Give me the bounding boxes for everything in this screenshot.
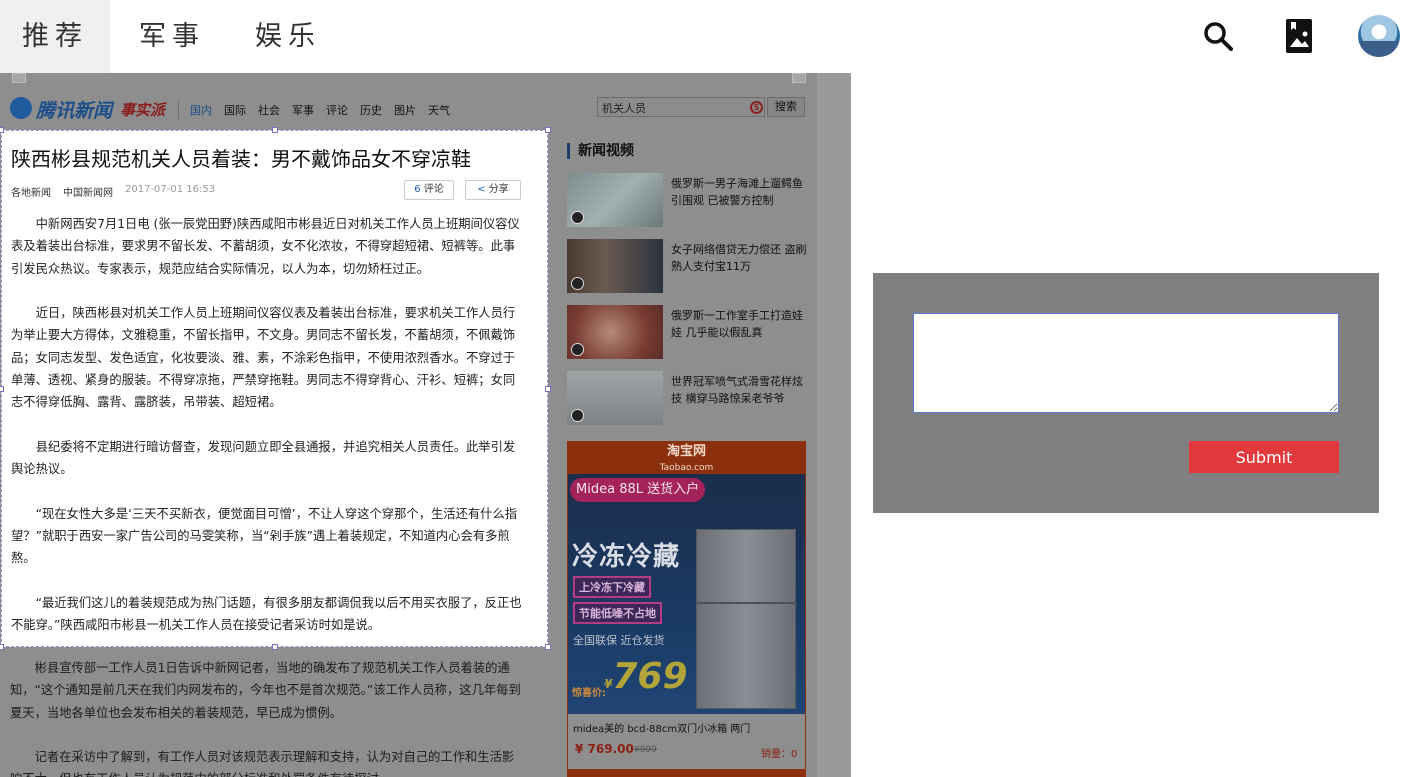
article-paragraph: “现在女性大多是‘三天不买新衣，便觉面目可憎’，不让人穿这个穿那个，生活还有什么… xyxy=(11,506,518,566)
search-icon[interactable] xyxy=(1198,16,1238,56)
article-paragraph: 县纪委将不定期进行暗访督查，发现问题立即全县通报，并追究相关人员责任。此举引发舆… xyxy=(11,439,516,477)
ad-header: 淘宝网 Taobao.com xyxy=(567,441,806,475)
video-caption[interactable]: 俄罗斯一工作室手工打造娃娃 几乎能以假乱真 xyxy=(671,307,809,341)
resize-handle[interactable] xyxy=(545,127,551,133)
capture-corner-mark xyxy=(792,73,806,83)
ad-product-name[interactable]: midea美的 bcd-88cm双门小冰箱 两门 xyxy=(573,720,750,735)
video-caption[interactable]: 世界冠军喷气式滑雪花样炫技 横穿马路惊呆老爷爷 xyxy=(671,373,809,407)
article-paragraph: 彬县宣传部一工作人员1日告诉中新网记者，当地的确发布了规范机关工作人员着装的通知… xyxy=(10,661,521,720)
article-meta: 各地新闻 中国新闻网 2017-07-01 16:53 xyxy=(11,184,215,199)
top-bar: 推荐 军事 娱乐 xyxy=(0,0,1404,73)
resize-handle[interactable] xyxy=(272,127,278,133)
fridge-image xyxy=(696,529,797,709)
resize-handle[interactable] xyxy=(0,386,4,392)
tab-entertainment[interactable]: 娱乐 xyxy=(233,0,343,73)
nav-item[interactable]: 军事 xyxy=(292,102,314,118)
video-caption[interactable]: 俄罗斯一男子海滩上遛鳄鱼 引围观 已被警方控制 xyxy=(671,175,809,209)
ad-volume: 88L xyxy=(619,482,643,497)
ad-price-label: 惊喜价: xyxy=(572,688,606,699)
resize-handle[interactable] xyxy=(0,127,4,133)
site-search-button[interactable]: 搜索 xyxy=(767,97,805,117)
nav-item[interactable]: 评论 xyxy=(326,102,348,118)
site-logo-sub[interactable]: 事实派 xyxy=(120,99,165,120)
article-body: 中新网西安7月1日电 (张一辰党田野)陕西咸阳市彬县近日对机关工作人员上班期间仪… xyxy=(11,213,523,659)
article-paragraph: “最近我们这儿的着装规范成为热门话题，有很多朋友都调侃我以后不用买衣服了，反正也… xyxy=(11,596,522,633)
capture-corner-mark xyxy=(12,73,26,83)
nav-item[interactable]: 历史 xyxy=(360,102,382,118)
ad-product-sales: 销量：0 xyxy=(761,749,798,760)
video-caption[interactable]: 女子网络借贷无力偿还 盗刷熟人支付宝11万 xyxy=(671,241,809,275)
ad-product-info: midea美的 bcd-88cm双门小冰箱 两门 ¥ 769.00 ¥999 销… xyxy=(568,714,805,769)
ad-brand: Midea xyxy=(576,482,616,497)
share-label: 分享 xyxy=(488,184,509,195)
share-icon: < xyxy=(477,184,486,195)
ad-image[interactable]: Midea 88L 送货入户 冷冻冷藏 上冷冻下冷藏 节能低噪不占地 全国联保 … xyxy=(568,474,805,714)
comment-textarea[interactable] xyxy=(913,313,1339,413)
ad-tag: 上冷冻下冷藏 xyxy=(573,576,651,598)
tab-recommend[interactable]: 推荐 xyxy=(0,0,110,73)
article-paragraph: 记者在采访中了解到，有工作人员对该规范表示理解和支持，认为对自己的工作和生活影响… xyxy=(10,750,515,777)
nav-item[interactable]: 天气 xyxy=(428,102,450,118)
nav-item[interactable]: 图片 xyxy=(394,102,416,118)
ad-price-value: 769 xyxy=(612,656,688,697)
play-icon xyxy=(571,343,584,356)
taobao-ad[interactable]: 淘宝网 Taobao.com Midea 88L 送货入户 冷冻冷藏 上冷冻下冷… xyxy=(567,441,806,777)
site-logo-text[interactable]: 腾讯新闻 xyxy=(36,96,112,123)
ad-site-name: 淘宝网 xyxy=(666,444,706,459)
sogou-search-icon: S xyxy=(750,101,763,114)
nav-item[interactable]: 国内 xyxy=(190,102,212,118)
article-body-continued: 彬县宣传部一工作人员1日告诉中新网记者，当地的确发布了规范机关工作人员着装的通知… xyxy=(10,657,522,777)
site-search-input[interactable]: 机关人员 xyxy=(597,97,765,117)
video-item[interactable]: 女子网络借贷无力偿还 盗刷熟人支付宝11万 xyxy=(567,239,807,293)
nav-item[interactable]: 社会 xyxy=(258,102,280,118)
article-source[interactable]: 中国新闻网 xyxy=(63,184,113,199)
article-source[interactable]: 各地新闻 xyxy=(11,184,51,199)
comment-button[interactable]: 6 评论 xyxy=(404,180,454,200)
divider xyxy=(178,101,179,119)
resize-handle[interactable] xyxy=(545,644,551,650)
ad-headline: 冷冻冷藏 xyxy=(572,542,681,572)
comment-count: 6 xyxy=(414,184,421,195)
comment-form-panel: Submit xyxy=(873,273,1379,513)
avatar[interactable] xyxy=(1358,15,1400,57)
ad-brand-badge: Midea 88L 送货入户 xyxy=(570,478,706,502)
submit-button[interactable]: Submit xyxy=(1189,441,1339,473)
bookmark-image-icon[interactable] xyxy=(1279,16,1319,56)
ad-product-old-price: ¥999 xyxy=(634,745,657,755)
share-button[interactable]: < 分享 xyxy=(465,180,521,200)
play-icon xyxy=(571,409,584,422)
video-item[interactable]: 俄罗斯一工作室手工打造娃娃 几乎能以假乱真 xyxy=(567,305,807,359)
site-nav: 国内 国际 社会 军事 评论 历史 图片 天气 xyxy=(190,102,450,118)
resize-handle[interactable] xyxy=(545,386,551,392)
video-item[interactable]: 俄罗斯一男子海滩上遛鳄鱼 引围观 已被警方控制 xyxy=(567,173,807,227)
comment-label: 评论 xyxy=(423,184,444,195)
news-video-heading: 新闻视频 xyxy=(567,143,634,159)
resize-handle[interactable] xyxy=(0,644,4,650)
article-paragraph: 近日，陕西彬县对机关工作人员上班期间仪容仪表及着装出台标准，要求机关工作人员行为… xyxy=(11,306,516,410)
ad-tag: 节能低噪不占地 xyxy=(573,602,662,624)
nav-item[interactable]: 国际 xyxy=(224,102,246,118)
site-header: 腾讯新闻 事实派 国内 国际 社会 军事 评论 历史 图片 天气 机关人员 S … xyxy=(0,93,851,127)
ad-features: 全国联保 近仓发货 xyxy=(573,634,665,647)
video-item[interactable]: 世界冠军喷气式滑雪花样炫技 横穿马路惊呆老爷爷 xyxy=(567,371,807,425)
article-paragraph: 中新网西安7月1日电 (张一辰党田野)陕西咸阳市彬县近日对机关工作人员上班期间仪… xyxy=(11,217,520,276)
article-date: 2017-07-01 16:53 xyxy=(125,184,216,195)
page-scrollbar[interactable] xyxy=(817,73,851,777)
tab-military[interactable]: 军事 xyxy=(117,0,227,73)
article-selection[interactable]: 陕西彬县规范机关人员着装：男不戴饰品女不穿凉鞋 各地新闻 中国新闻网 2017-… xyxy=(0,127,551,650)
webpage-screenshot: 腾讯新闻 事实派 国内 国际 社会 军事 评论 历史 图片 天气 机关人员 S … xyxy=(0,73,851,777)
article-title: 陕西彬县规范机关人员着装：男不戴饰品女不穿凉鞋 xyxy=(11,147,471,171)
tencent-logo-icon xyxy=(10,97,32,119)
ad-delivery: 送货入户 xyxy=(647,482,700,497)
ad-price-big: ¥769 xyxy=(604,656,688,697)
play-icon xyxy=(571,277,584,290)
ad-product-price: ¥ 769.00 xyxy=(575,742,634,756)
play-icon xyxy=(571,211,584,224)
